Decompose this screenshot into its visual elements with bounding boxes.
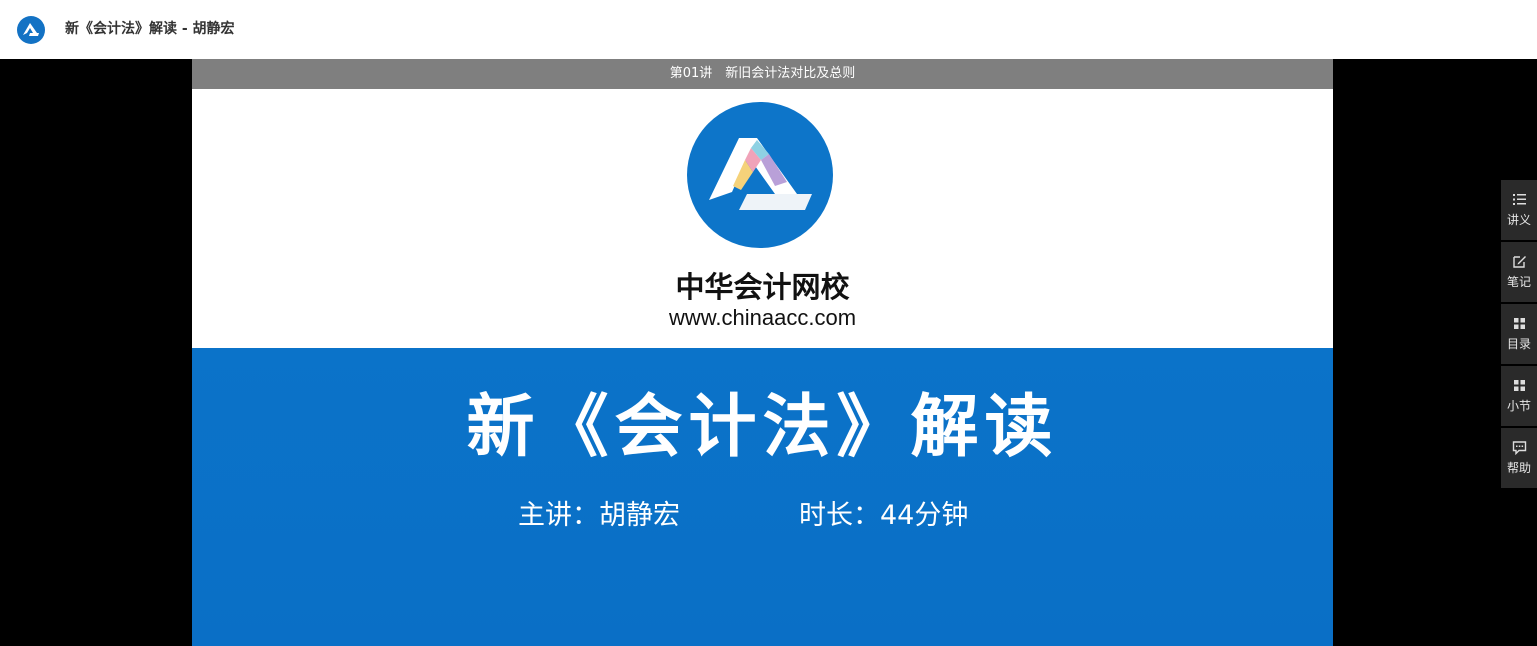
grid-icon: [1514, 380, 1525, 391]
course-title-header: 新《会计法》解读 - 胡静宏: [65, 21, 235, 37]
side-toolbar: 讲义 笔记 目录 小节 帮助: [1501, 180, 1537, 490]
sidebar-item-help[interactable]: 帮助: [1501, 428, 1537, 488]
video-frame[interactable]: 第01讲 新旧会计法对比及总则 中华会计网校 www.chinaacc.com …: [192, 59, 1333, 646]
sidebar-item-label: 帮助: [1506, 461, 1531, 475]
slide-presenter: 主讲：胡静宏: [518, 500, 680, 531]
sidebar-item-notes[interactable]: 笔记: [1501, 242, 1537, 302]
sidebar-item-handout[interactable]: 讲义: [1501, 180, 1537, 240]
chinaacc-logo-icon[interactable]: [17, 16, 45, 44]
slide-duration: 时长：44分钟: [799, 500, 969, 531]
slide-title-panel: 新《会计法》解读 主讲：胡静宏 时长：44分钟: [192, 348, 1333, 646]
list-icon: [1513, 194, 1526, 205]
sidebar-item-label: 笔记: [1506, 275, 1531, 289]
video-player[interactable]: 第01讲 新旧会计法对比及总则 中华会计网校 www.chinaacc.com …: [0, 59, 1537, 646]
sidebar-item-catalog[interactable]: 目录: [1501, 304, 1537, 364]
top-bar: 新《会计法》解读 - 胡静宏: [0, 0, 1537, 59]
slide-brand-name: 中华会计网校: [675, 270, 850, 304]
chat-icon: [1512, 441, 1527, 455]
slide-brand-url: www.chinaacc.com: [668, 305, 857, 330]
sidebar-item-label: 目录: [1506, 337, 1531, 351]
grid-icon: [1514, 318, 1525, 329]
slide-course-title: 新《会计法》解读: [466, 388, 1059, 467]
edit-icon: [1513, 256, 1526, 268]
sidebar-item-label: 讲义: [1506, 213, 1531, 227]
sidebar-item-label: 小节: [1506, 399, 1531, 413]
lecture-title-bar: 第01讲 新旧会计法对比及总则: [192, 59, 1333, 89]
chinaacc-logo-icon: [687, 102, 833, 248]
sidebar-item-section[interactable]: 小节: [1501, 366, 1537, 426]
